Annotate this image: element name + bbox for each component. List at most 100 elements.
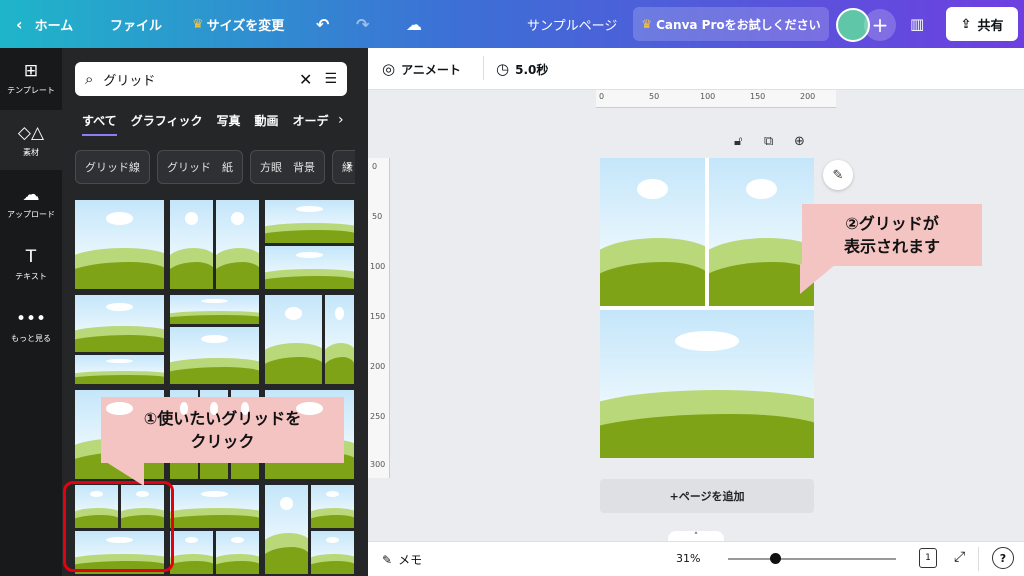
clock-icon: ◷	[496, 60, 510, 78]
editor-toolbar: ◎ アニメート ◷ 5.0秒	[368, 48, 1024, 90]
bottom-bar: ✎ メモ 31% 1 ⤢ ?	[368, 541, 1024, 576]
notes-icon: ✎	[382, 552, 393, 567]
try-pro-button[interactable]: ♛ Canva Proをお試しください	[633, 7, 829, 41]
animate-button[interactable]: ◎ アニメート	[382, 60, 461, 78]
instruction-callout-2: ②グリッドが 表示されます	[802, 204, 982, 266]
callout-tail	[106, 462, 144, 486]
tab-audio[interactable]: オーデ	[292, 112, 328, 136]
ruler-tick: 100	[700, 92, 716, 101]
suggestion-chips: グリッド線 グリッド 紙 方眼 背景 縁	[75, 150, 355, 186]
zoom-level[interactable]: 31%	[676, 552, 700, 565]
file-menu[interactable]: ファイル	[110, 0, 162, 48]
ruler-tick: 150	[750, 92, 766, 101]
resize-button[interactable]: ♛ サイズを変更	[192, 0, 284, 48]
add-page-icon[interactable]: ⊕	[794, 134, 805, 149]
upload-icon: ☁	[22, 184, 40, 205]
add-page-button[interactable]: +ページを追加	[600, 479, 814, 513]
ruler-tick: 250	[370, 412, 386, 421]
zoom-slider-handle[interactable]	[770, 553, 781, 564]
grid-cell[interactable]	[709, 158, 814, 306]
divider	[978, 547, 979, 571]
chevron-left-icon: ‹	[16, 14, 23, 34]
help-button[interactable]: ?	[992, 547, 1014, 569]
design-title[interactable]: サンプルページ	[527, 0, 617, 48]
ruler-tick: 50	[649, 92, 660, 101]
more-icon: •••	[15, 308, 47, 329]
undo-icon[interactable]: ↶	[316, 0, 329, 48]
duration-button[interactable]: ◷ 5.0秒	[496, 60, 548, 78]
chevron-right-icon[interactable]: ›	[338, 112, 344, 128]
share-label: 共有	[977, 18, 1004, 34]
duplicate-page-icon[interactable]: ⧉	[764, 134, 773, 149]
comment-icon[interactable]: ✎	[823, 160, 853, 190]
rail-label: テンプレート	[7, 85, 55, 95]
rail-label: 素材	[23, 147, 39, 157]
grid-thumbnail[interactable]	[265, 485, 354, 574]
rail-label: もっと見る	[11, 333, 51, 343]
grid-thumbnail[interactable]	[170, 200, 259, 289]
chip-graph-background[interactable]: 方眼 背景	[250, 150, 325, 184]
search-box[interactable]: ⌕ グリッド ✕ ☰	[75, 62, 347, 96]
duration-label: 5.0秒	[515, 62, 549, 77]
lock-icon[interactable]: 🔓︎	[734, 134, 742, 149]
redo-icon[interactable]: ↷	[356, 0, 369, 48]
rail-item-elements[interactable]: ◇△ 素材	[0, 110, 62, 170]
search-input[interactable]: グリッド	[103, 70, 299, 89]
home-button[interactable]: ‹ ホーム	[16, 0, 73, 48]
ruler-tick: 0	[599, 92, 605, 101]
tab-all[interactable]: すべて	[82, 112, 117, 136]
home-label: ホーム	[34, 18, 74, 34]
notes-label: メモ	[398, 553, 423, 567]
rail-item-uploads[interactable]: ☁ アップロード	[0, 172, 62, 232]
search-icon: ⌕	[85, 70, 94, 88]
ruler-tick: 50	[372, 212, 383, 221]
grid-cell[interactable]	[600, 158, 705, 306]
page-count[interactable]: 1	[919, 548, 937, 568]
ruler-tick: 200	[800, 92, 816, 101]
callout-tail	[800, 264, 836, 294]
notes-button[interactable]: ✎ メモ	[382, 551, 422, 568]
elements-icon: ◇△	[17, 122, 45, 143]
animate-label: アニメート	[401, 62, 461, 77]
fullscreen-icon[interactable]: ⤢	[954, 549, 965, 565]
ruler-tick: 300	[370, 460, 386, 469]
divider	[483, 56, 484, 80]
chip-grid-paper[interactable]: グリッド 紙	[157, 150, 243, 184]
chip-grid-lines[interactable]: グリッド線	[75, 150, 150, 184]
chevron-right-icon[interactable]: ›	[346, 158, 352, 174]
tab-graphics[interactable]: グラフィック	[131, 112, 203, 136]
grid-cell[interactable]	[600, 310, 814, 458]
rail-item-templates[interactable]: ⊞ テンプレート	[0, 48, 62, 108]
ruler-tick: 0	[372, 162, 378, 171]
grid-thumbnail[interactable]	[75, 200, 164, 289]
insights-icon[interactable]: ▥	[910, 0, 924, 48]
cloud-saved-icon[interactable]: ☁	[406, 0, 422, 48]
rail-label: アップロード	[7, 209, 55, 219]
tab-photos[interactable]: 写真	[216, 112, 240, 136]
top-bar: ‹ ホーム ファイル ♛ サイズを変更 ↶ ↷ ☁ サンプルページ ♛ Canv…	[0, 0, 1024, 48]
tab-videos[interactable]: 動画	[254, 112, 278, 136]
design-page[interactable]	[600, 158, 814, 458]
rail-item-text[interactable]: T テキスト	[0, 234, 62, 294]
zoom-slider[interactable]	[728, 558, 896, 560]
grid-thumbnail[interactable]	[170, 295, 259, 384]
template-icon: ⊞	[23, 60, 39, 81]
grid-thumbnail[interactable]	[265, 200, 354, 289]
rail-item-more[interactable]: ••• もっと見る	[0, 296, 62, 356]
filter-icon[interactable]: ☰	[324, 71, 337, 87]
add-member-icon[interactable]: +	[864, 9, 896, 41]
clear-icon[interactable]: ✕	[299, 70, 312, 89]
category-tabs: すべて グラフィック 写真 動画 オーデ	[82, 112, 352, 136]
selection-highlight	[63, 481, 174, 572]
ruler-left: 0 50 100 150 200 250 300	[368, 158, 390, 478]
animate-icon: ◎	[382, 60, 396, 78]
share-button[interactable]: ⇪ 共有	[946, 7, 1018, 41]
grid-thumbnail[interactable]	[170, 485, 259, 574]
ruler-top: 0 50 100 150 200	[596, 90, 836, 108]
grid-thumbnail[interactable]	[75, 295, 164, 384]
resize-label: サイズを変更	[206, 18, 285, 34]
crown-icon: ♛	[641, 17, 653, 31]
grid-thumbnail[interactable]	[265, 295, 354, 384]
rail-label: テキスト	[15, 271, 47, 281]
text-icon: T	[25, 246, 37, 267]
